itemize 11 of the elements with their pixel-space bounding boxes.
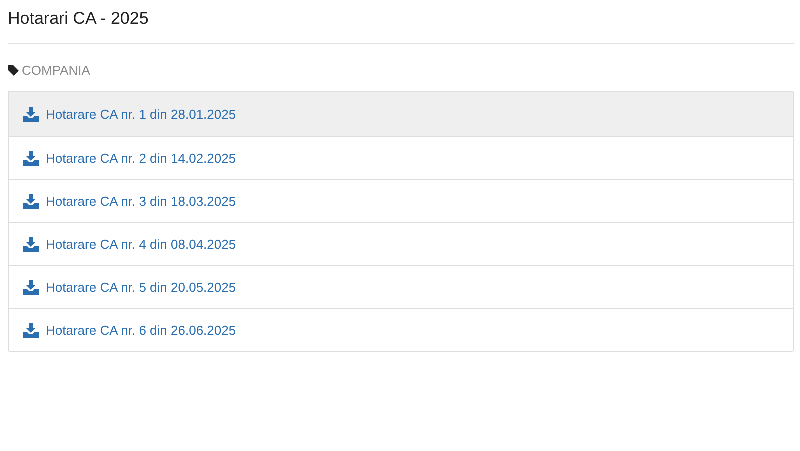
download-icon	[23, 106, 39, 122]
page-title: Hotarari CA - 2025	[8, 8, 150, 30]
download-icon	[23, 194, 39, 208]
category-label: COMPANIA	[22, 62, 90, 78]
download-icon	[23, 236, 39, 252]
tag-icon	[8, 64, 19, 76]
document-link[interactable]: Hotarare CA nr. 1 din 28.01.2025	[9, 92, 793, 136]
download-icon	[23, 280, 39, 294]
download-icon	[23, 322, 39, 338]
download-icon	[23, 150, 39, 166]
document-link[interactable]: Hotarare CA nr. 6 din 26.06.2025	[9, 308, 793, 351]
